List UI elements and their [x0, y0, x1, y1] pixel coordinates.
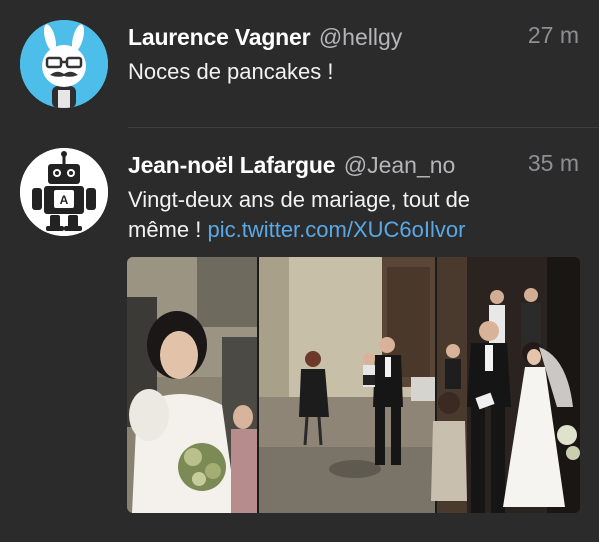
tweet-header: Jean-noël Lafargue @Jean_no — [128, 152, 579, 184]
svg-text:A: A — [60, 193, 69, 207]
tweet[interactable]: Laurence Vagner @hellgy 27 m Noces de pa… — [0, 0, 599, 128]
display-name[interactable]: Jean-noël Lafargue — [128, 152, 335, 178]
avatar[interactable]: A — [20, 148, 108, 236]
user-handle[interactable]: @Jean_no — [344, 152, 456, 178]
wedding-photos-collage-icon — [127, 257, 580, 513]
tweet-text: Vingt-deux ans de mariage, tout de même … — [128, 185, 528, 245]
bunny-mustache-glasses-icon — [20, 20, 108, 108]
timestamp: 35 m — [527, 150, 579, 176]
timeline: Laurence Vagner @hellgy 27 m Noces de pa… — [0, 0, 599, 542]
media-preview[interactable] — [127, 257, 580, 513]
media-link[interactable]: pic.twitter.com/XUC6oIlvor — [207, 217, 465, 242]
tweet-header: Laurence Vagner @hellgy — [128, 24, 579, 56]
robot-icon: A — [20, 148, 108, 236]
timestamp: 27 m — [527, 22, 579, 48]
display-name[interactable]: Laurence Vagner — [128, 24, 311, 50]
tweet[interactable]: A Jean-noël Lafargue @Jean_no 35 m Vingt… — [0, 128, 599, 542]
tweet-text: Noces de pancakes ! — [128, 59, 334, 84]
avatar[interactable] — [20, 20, 108, 108]
user-handle[interactable]: @hellgy — [319, 24, 402, 50]
